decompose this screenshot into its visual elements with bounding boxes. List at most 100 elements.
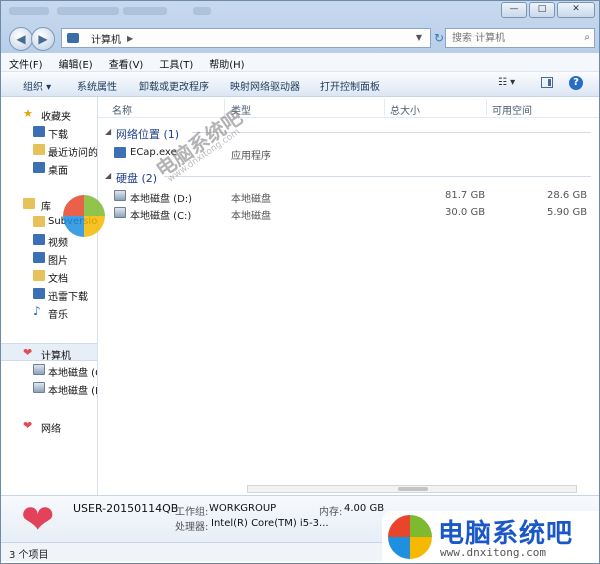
- item-count: 3 个项目: [9, 550, 49, 561]
- forward-arrow-icon: ▶: [38, 32, 48, 46]
- star-icon: ★: [23, 107, 33, 120]
- collapse-triangle-icon[interactable]: ◢: [105, 171, 111, 180]
- blurred-title-fragment: [57, 7, 119, 15]
- scrollbar-thumb[interactable]: [398, 487, 428, 491]
- sidebar-item-desktop[interactable]: 桌面: [1, 159, 97, 177]
- sidebar-item-downloads[interactable]: 下载: [1, 123, 97, 141]
- sidebar-computer[interactable]: ❤ 计算机: [1, 343, 97, 362]
- item-total-size: 81.7 GB: [445, 190, 486, 201]
- title-bar: — □ ✕: [1, 1, 599, 23]
- memory-label: 内存:: [319, 507, 343, 518]
- heart-icon: ❤: [23, 346, 33, 359]
- item-free-space: 28.6 GB: [547, 190, 588, 201]
- navigation-pane: ★ 收藏夹 下载 最近访问的 桌面 库 Subversion 视频: [1, 97, 98, 495]
- search-icon[interactable]: ⌕: [584, 32, 590, 43]
- workgroup-label: 工作组:: [175, 507, 209, 518]
- sidebar-item-thunder-downloads[interactable]: 迅雷下载: [1, 285, 97, 303]
- breadcrumb-computer[interactable]: 计算机: [91, 31, 121, 46]
- back-button[interactable]: ◀: [9, 27, 33, 51]
- organize-button[interactable]: 组织 ▾: [23, 78, 51, 93]
- forward-button[interactable]: ▶: [31, 27, 55, 51]
- windows-drive-icon: [114, 207, 126, 218]
- sidebar-label: 本地磁盘 (D: [48, 386, 98, 397]
- change-view-button[interactable]: ☷ ▾: [498, 77, 515, 88]
- collapse-triangle-icon[interactable]: ◢: [105, 127, 111, 136]
- brand-url: www.dnxitong.com: [440, 546, 546, 559]
- pictures-library-icon: [33, 252, 45, 263]
- blurred-title-fragment: [193, 7, 211, 15]
- search-input[interactable]: [450, 29, 582, 47]
- brand-watermark: 电脑系统吧 www.dnxitong.com: [382, 511, 599, 563]
- sidebar-item-drive-d[interactable]: 本地磁盘 (D: [1, 379, 97, 397]
- list-item[interactable]: ECap.exe 应用程序: [98, 145, 599, 162]
- menu-file[interactable]: 文件(F): [1, 53, 51, 71]
- item-type: 本地磁盘: [231, 211, 271, 222]
- sidebar-label: 下载: [48, 130, 68, 141]
- refresh-icon[interactable]: ↻: [434, 31, 444, 45]
- music-note-icon: ♪: [33, 304, 41, 318]
- memory-value: 4.00 GB: [344, 503, 385, 514]
- address-history-dropdown-icon[interactable]: ▼: [416, 33, 422, 42]
- sidebar-network[interactable]: ❤ 网络: [1, 417, 97, 435]
- menu-tools[interactable]: 工具(T): [151, 53, 201, 71]
- sidebar-label: 最近访问的: [48, 148, 98, 159]
- blurred-title-fragment: [123, 7, 167, 15]
- item-name: 本地磁盘 (C:): [130, 211, 192, 222]
- help-icon[interactable]: ?: [569, 76, 583, 90]
- column-total-size[interactable]: 总大小: [390, 102, 420, 117]
- address-bar[interactable]: 计算机 ▶ ▼: [61, 28, 431, 48]
- menu-help[interactable]: 帮助(H): [201, 53, 252, 71]
- minimize-button[interactable]: —: [501, 2, 527, 18]
- system-properties-button[interactable]: 系统属性: [77, 78, 117, 93]
- watermark-logo-icon: [63, 195, 105, 237]
- sidebar-label: 音乐: [48, 310, 68, 321]
- sidebar-label: 文档: [48, 274, 68, 285]
- breadcrumb-chevron-icon[interactable]: ▶: [127, 34, 133, 43]
- explorer-window: — □ ✕ ◀ ▶ 计算机 ▶ ▼ ↻ ⌕ 文件(F) 编辑(E) 查看(V) …: [0, 0, 600, 564]
- drive-icon: [33, 382, 45, 393]
- blurred-title-fragment: [9, 7, 49, 15]
- desktop-icon: [33, 162, 45, 173]
- sidebar-item-music[interactable]: ♪ 音乐: [1, 303, 97, 321]
- downloads-folder-icon: [33, 126, 45, 137]
- search-box[interactable]: ⌕: [445, 28, 595, 48]
- item-type: 本地磁盘: [231, 194, 271, 205]
- group-hard-disks[interactable]: ◢ 硬盘 (2): [98, 167, 599, 185]
- sidebar-label: 迅雷下载: [48, 292, 88, 303]
- column-free-space[interactable]: 可用空间: [492, 102, 532, 117]
- close-button[interactable]: ✕: [557, 2, 595, 18]
- sidebar-item-drive-c[interactable]: 本地磁盘 (C: [1, 361, 97, 379]
- workgroup-value: WORKGROUP: [209, 503, 277, 514]
- menu-view[interactable]: 查看(V): [101, 53, 152, 71]
- preview-pane-icon[interactable]: [541, 77, 553, 88]
- item-total-size: 30.0 GB: [445, 207, 486, 218]
- sidebar-item-documents[interactable]: 文档: [1, 267, 97, 285]
- sidebar-item-recent[interactable]: 最近访问的: [1, 141, 97, 159]
- group-label: 网络位置 (1): [116, 128, 180, 141]
- group-label: 硬盘 (2): [116, 172, 158, 185]
- horizontal-scrollbar[interactable]: [247, 485, 577, 493]
- group-network-locations[interactable]: ◢ 网络位置 (1): [98, 123, 599, 141]
- processor-value: Intel(R) Core(TM) i5-3...: [211, 518, 329, 529]
- back-arrow-icon: ◀: [16, 32, 26, 46]
- column-name[interactable]: 名称: [112, 102, 132, 117]
- sidebar-favorites[interactable]: ★ 收藏夹: [1, 105, 97, 123]
- folder-icon: [33, 216, 45, 227]
- maximize-button[interactable]: □: [529, 2, 555, 18]
- navigation-bar: ◀ ▶ 计算机 ▶ ▼ ↻ ⌕: [1, 25, 599, 53]
- drive-icon: [114, 190, 126, 201]
- processor-label: 处理器:: [175, 522, 209, 533]
- column-type[interactable]: 类型: [231, 102, 251, 117]
- item-type: 应用程序: [231, 151, 271, 162]
- list-item[interactable]: 本地磁盘 (D:) 本地磁盘 81.7 GB 28.6 GB: [98, 188, 599, 205]
- open-control-panel-button[interactable]: 打开控制面板: [320, 78, 380, 93]
- brand-name: 电脑系统吧: [438, 519, 574, 549]
- item-name: 本地磁盘 (D:): [130, 194, 193, 205]
- menu-edit[interactable]: 编辑(E): [51, 53, 101, 71]
- list-item[interactable]: 本地磁盘 (C:) 本地磁盘 30.0 GB 5.90 GB: [98, 205, 599, 222]
- computer-icon: [67, 33, 79, 43]
- map-network-drive-button[interactable]: 映射网络驱动器: [230, 78, 300, 93]
- sidebar-item-pictures[interactable]: 图片: [1, 249, 97, 267]
- computer-heart-icon: ❤: [21, 497, 55, 543]
- uninstall-program-button[interactable]: 卸载或更改程序: [139, 78, 209, 93]
